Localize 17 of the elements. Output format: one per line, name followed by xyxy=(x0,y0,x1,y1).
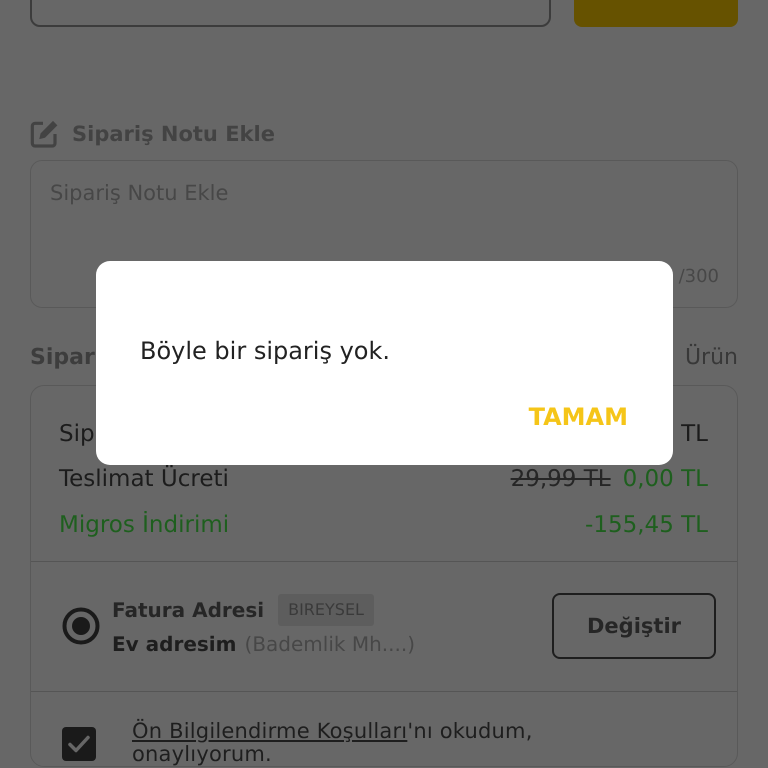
summary-label: Sip xyxy=(59,420,95,448)
change-button[interactable]: Değiştir xyxy=(552,593,716,659)
checkbox[interactable] xyxy=(62,726,96,760)
summary-value: 0,00 TL xyxy=(622,465,708,493)
summary-value: TL xyxy=(681,420,708,448)
terms-link[interactable]: Ön Bilgilendirme Koşulları xyxy=(132,718,408,742)
summary-value: -155,45 TL xyxy=(585,510,708,538)
ok-button[interactable]: TAMAM xyxy=(528,402,628,432)
radio-button[interactable] xyxy=(62,607,100,645)
summary-label: Migros İndirimi xyxy=(59,510,230,538)
address-name: Ev adresim xyxy=(112,630,237,658)
dialog-message: Böyle bir sipariş yok. xyxy=(140,336,390,366)
old-price: 29,99 TL xyxy=(510,465,611,493)
summary-label: Teslimat Ücreti xyxy=(59,465,229,493)
edit-icon xyxy=(30,120,60,148)
address-title: Fatura Adresi xyxy=(112,596,264,624)
agreement-text: Ön Bilgilendirme Koşulları'nı okudum, onaylıyorum. xyxy=(132,720,534,766)
